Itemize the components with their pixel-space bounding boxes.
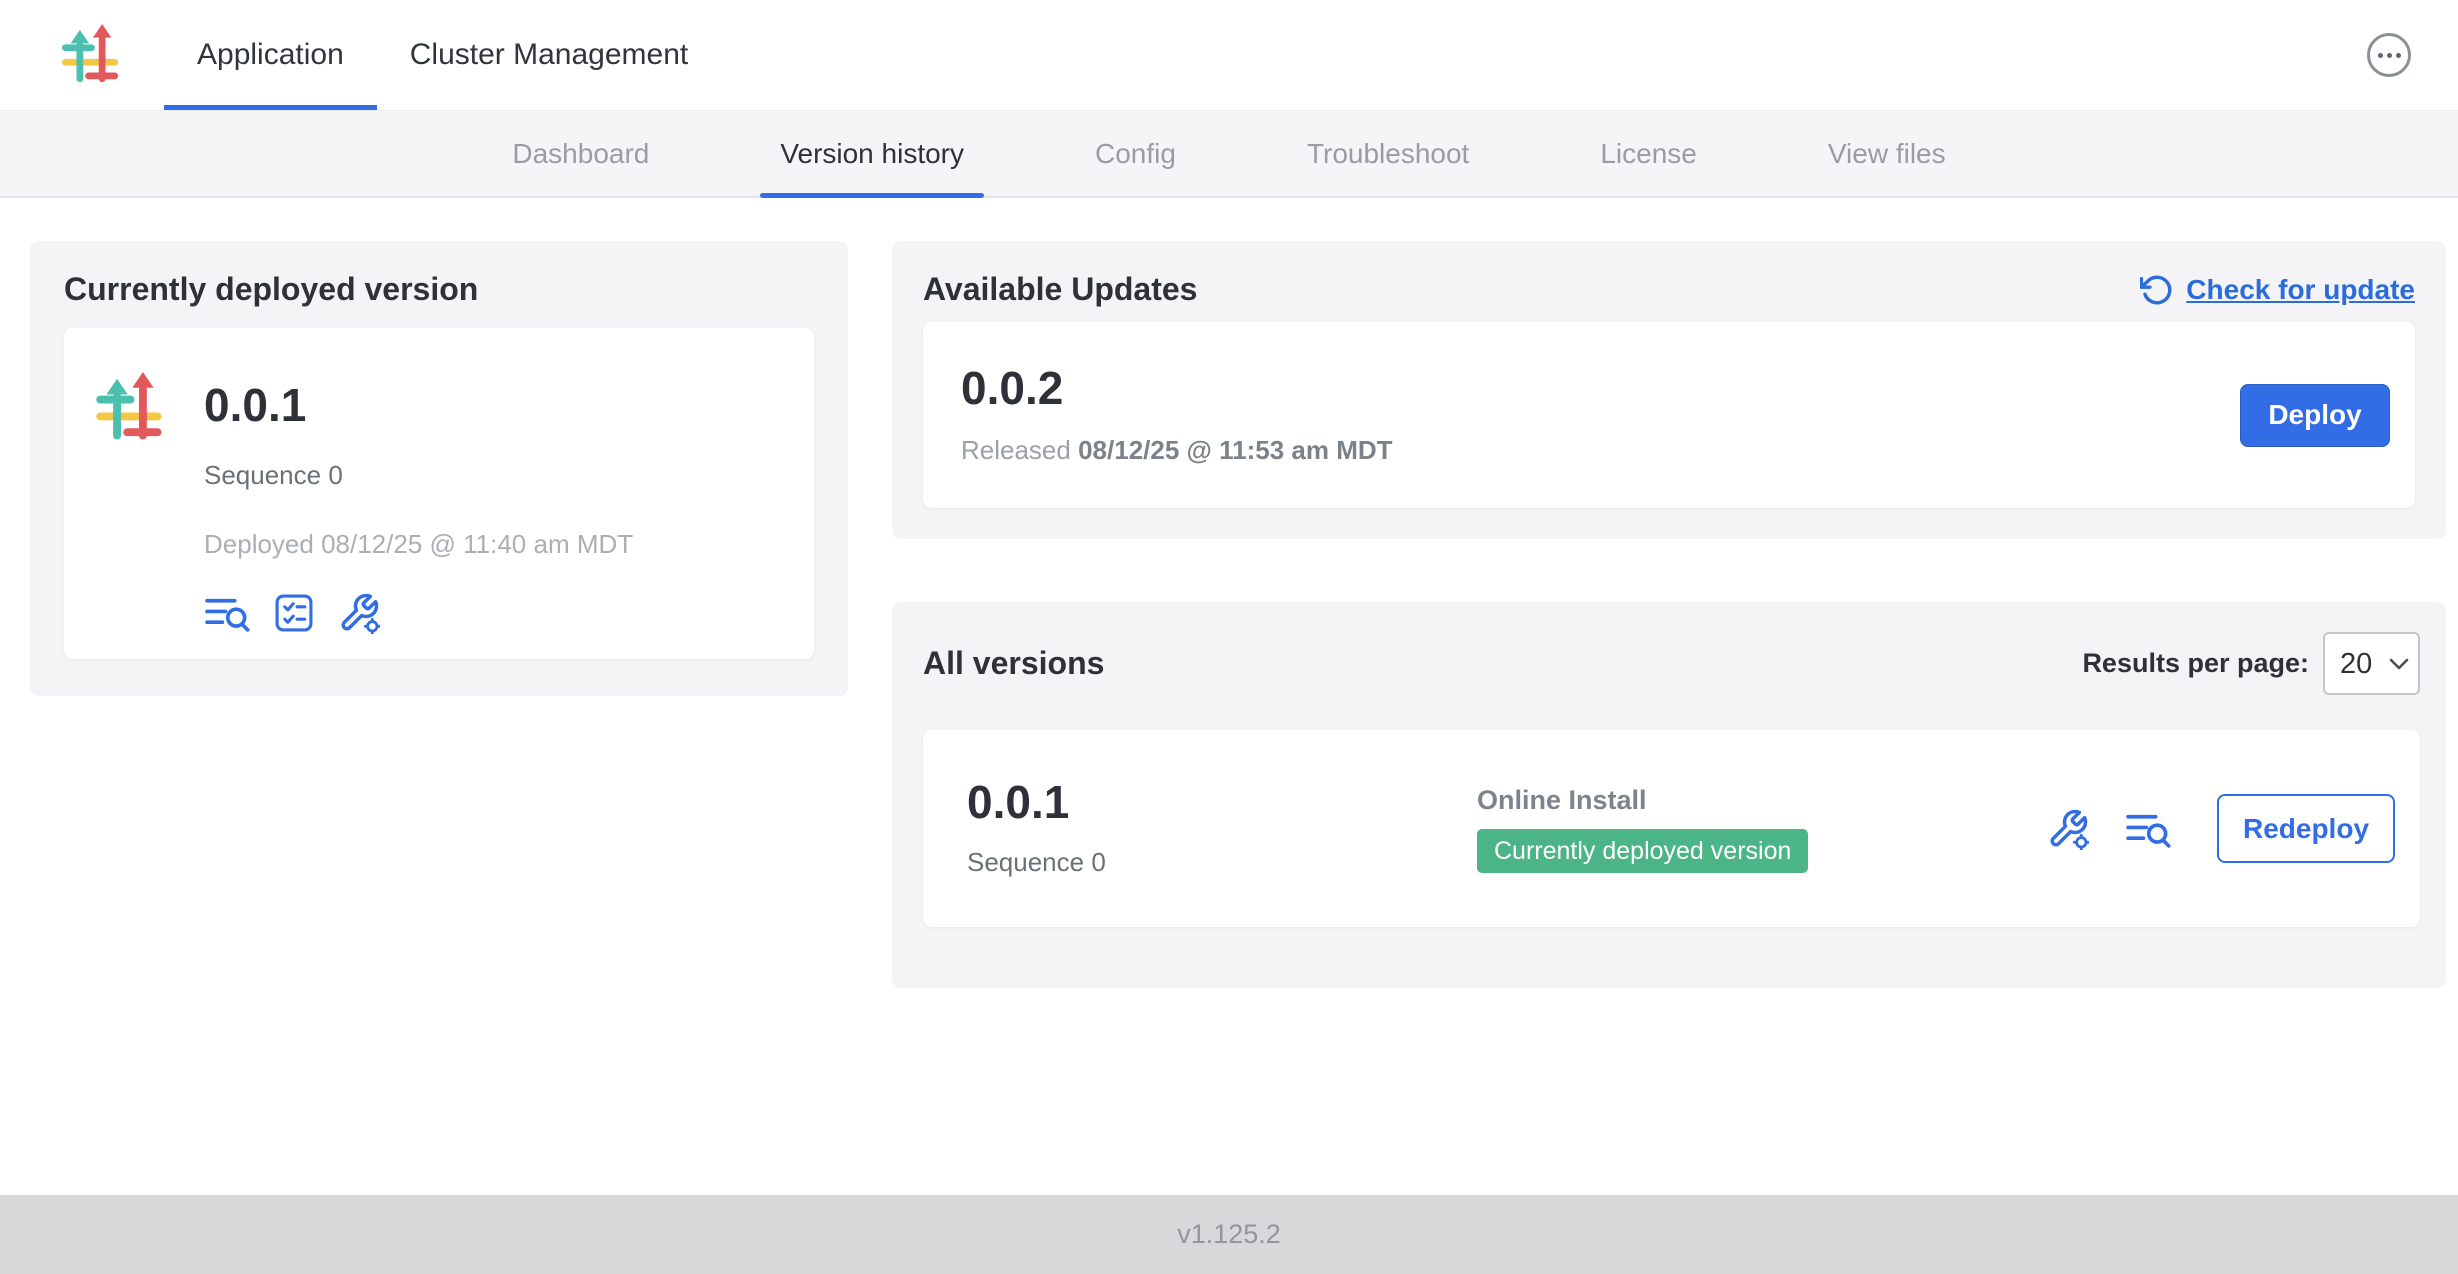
update-details: 0.0.2 Released 08/12/25 @ 11:53 am MDT <box>961 365 1393 466</box>
subnav-item-config[interactable]: Config <box>1095 111 1176 196</box>
console-version-label: v1.125.2 <box>1177 1219 1281 1250</box>
primary-tabs: Application Cluster Management <box>164 0 721 110</box>
deployed-version-number: 0.0.1 <box>204 382 633 428</box>
topbar-spacer <box>721 0 2367 110</box>
version-history-page: Currently deployed version 0.0.1 Sequenc… <box>0 198 2458 988</box>
deployed-version-panel: 0.0.1 Sequence 0 Deployed 08/12/25 @ 11:… <box>64 328 814 659</box>
deployed-version-details: 0.0.1 Sequence 0 Deployed 08/12/25 @ 11:… <box>204 356 633 631</box>
config-wrench-icon[interactable] <box>338 592 380 634</box>
row-version-number: 0.0.1 <box>967 779 1477 825</box>
subnav-item-dashboard[interactable]: Dashboard <box>512 111 649 196</box>
row-sequence: Sequence 0 <box>967 847 1477 878</box>
results-per-page: Results per page: 20 <box>2082 632 2420 695</box>
currently-deployed-card: Currently deployed version 0.0.1 Sequenc… <box>30 241 848 696</box>
available-updates-card: Available Updates Check for update 0.0.2… <box>892 241 2446 539</box>
check-for-update-label: Check for update <box>2186 274 2415 306</box>
tab-cluster-management[interactable]: Cluster Management <box>377 0 721 110</box>
top-navbar: Application Cluster Management <box>0 0 2458 111</box>
all-versions-card: All versions Results per page: 20 <box>892 602 2446 988</box>
deployed-actions <box>204 592 633 634</box>
preflight-checks-icon[interactable] <box>274 593 314 633</box>
update-released-timestamp: Released 08/12/25 @ 11:53 am MDT <box>961 435 1393 466</box>
subnav-item-version-history[interactable]: Version history <box>780 111 964 196</box>
kots-admin-console: Application Cluster Management Dashboard… <box>0 0 2458 1274</box>
overflow-menu-button[interactable] <box>2367 33 2411 77</box>
version-row-actions <box>2047 808 2171 850</box>
deploy-button[interactable]: Deploy <box>2240 384 2390 447</box>
deploy-logs-icon[interactable] <box>2125 809 2171 849</box>
install-type-label: Online Install <box>1477 785 1647 816</box>
deployed-sequence: Sequence 0 <box>204 460 633 491</box>
subnav-item-troubleshoot[interactable]: Troubleshoot <box>1307 111 1469 196</box>
available-updates-title: Available Updates <box>923 271 1197 308</box>
currently-deployed-title: Currently deployed version <box>64 271 814 308</box>
config-wrench-icon[interactable] <box>2047 808 2089 850</box>
ellipsis-icon <box>2378 53 2383 58</box>
version-history-right-column: Available Updates Check for update 0.0.2… <box>892 241 2446 988</box>
version-row-version: 0.0.1 Sequence 0 <box>967 779 1477 878</box>
app-logo-icon <box>60 0 122 110</box>
app-subnav: Dashboard Version history Config Trouble… <box>0 111 2458 198</box>
subnav-item-view-files[interactable]: View files <box>1828 111 1946 196</box>
deploy-logs-icon[interactable] <box>204 593 250 633</box>
all-versions-title: All versions <box>923 645 1104 682</box>
tab-application[interactable]: Application <box>164 0 377 110</box>
all-versions-header: All versions Results per page: 20 <box>923 632 2420 695</box>
results-per-page-label: Results per page: <box>2082 648 2309 679</box>
results-per-page-select[interactable]: 20 <box>2323 632 2420 695</box>
available-update-row: 0.0.2 Released 08/12/25 @ 11:53 am MDT D… <box>923 322 2415 508</box>
app-logo-icon <box>94 372 166 444</box>
subnav-item-license[interactable]: License <box>1600 111 1697 196</box>
available-updates-header: Available Updates Check for update <box>923 271 2415 308</box>
version-row: 0.0.1 Sequence 0 Online Install Currentl… <box>923 730 2420 927</box>
status-badge: Currently deployed version <box>1477 829 1808 873</box>
deployed-timestamp: Deployed 08/12/25 @ 11:40 am MDT <box>204 529 633 560</box>
check-for-update-link[interactable]: Check for update <box>2140 273 2415 307</box>
refresh-icon <box>2140 273 2174 307</box>
redeploy-button[interactable]: Redeploy <box>2217 794 2395 863</box>
console-version-footer: v1.125.2 <box>0 1195 2458 1274</box>
version-row-status: Online Install Currently deployed versio… <box>1477 785 1808 873</box>
update-version-number: 0.0.2 <box>961 365 1393 411</box>
